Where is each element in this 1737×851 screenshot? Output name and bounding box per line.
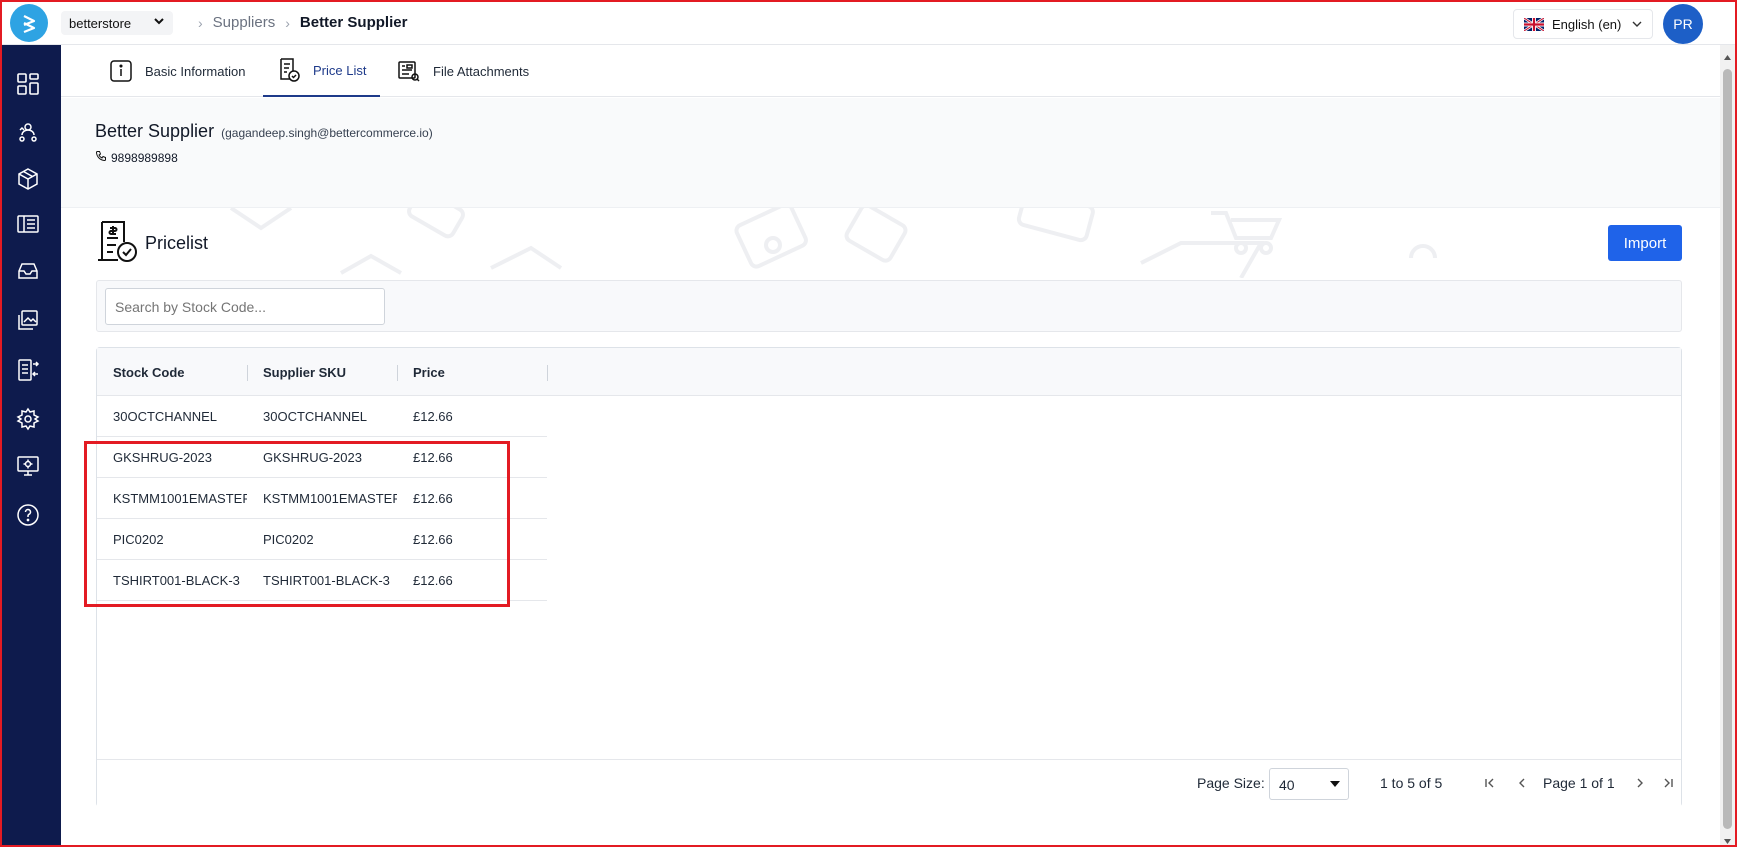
grid-pagination: Page Size: 40 1 to 5 of 5 Page 1 of 1 [97,759,1681,807]
cell-supplier-sku: 30OCTCHANNEL [263,409,368,424]
top-bar: betterstore › Suppliers › Better Supplie… [0,0,1737,45]
tab-price-list[interactable]: Price List [263,45,381,97]
table-row[interactable]: 30OCTCHANNEL 30OCTCHANNEL £12.66 [97,396,547,437]
first-page-icon[interactable] [1483,776,1497,790]
previous-page-icon[interactable] [1515,776,1529,790]
page-size-label: Page Size: [1197,775,1265,791]
chevron-down-icon [1630,17,1644,34]
tab-basic-information[interactable]: Basic Information [109,45,245,97]
shopping-pattern-icon [229,208,1437,278]
column-header-stock-code[interactable]: Stock Code [97,348,247,396]
column-header-supplier-sku[interactable]: Supplier SKU [247,348,397,396]
file-attachment-icon [397,59,421,83]
chevron-right-icon: › [198,14,203,31]
import-button[interactable]: Import [1608,225,1682,261]
cell-stock-code: 30OCTCHANNEL [113,409,218,424]
monitor-settings-icon[interactable] [15,453,41,479]
media-icon[interactable] [15,307,41,333]
column-resize-handle[interactable] [547,365,548,381]
users-sync-icon[interactable] [15,119,41,145]
last-page-icon[interactable] [1661,776,1675,790]
tab-label: File Attachments [433,63,530,79]
page-size-select[interactable]: 40 [1269,768,1349,800]
chevron-right-icon: › [285,14,290,31]
search-bar [96,280,1682,332]
scroll-down-icon[interactable] [1723,833,1732,844]
phone-icon [95,150,107,165]
breadcrumb-current: Better Supplier [299,14,408,31]
row-range-summary: 1 to 5 of 5 [1380,775,1443,791]
tab-bar: Basic Information Price List File Attach… [61,45,1720,97]
tab-label: Basic Information [145,63,246,79]
help-icon[interactable] [15,502,41,528]
breadcrumb: › Suppliers › Better Supplier [198,14,407,31]
decorative-background [61,208,1720,278]
store-select-value: betterstore [69,16,132,31]
orders-icon[interactable] [15,357,41,383]
chevron-down-icon [153,15,165,30]
supplier-name: Better Supplier [95,121,215,141]
info-icon [109,59,133,83]
settings-icon[interactable] [15,406,41,432]
tab-label: Price List [313,62,367,78]
sidebar [2,45,61,845]
catalog-icon[interactable] [15,211,41,237]
logo-icon[interactable] [10,4,48,42]
grid-header: Stock Code Supplier SKU Price [97,348,1681,396]
scroll-up-icon[interactable] [1723,49,1732,60]
tab-file-attachments[interactable]: File Attachments [397,45,529,97]
breadcrumb-suppliers[interactable]: Suppliers [213,14,276,31]
annotation-highlight-box [84,441,510,607]
box-icon[interactable] [15,166,41,192]
page-info: Page 1 of 1 [1543,775,1615,791]
supplier-phone: 9898989898 [111,150,178,165]
vertical-scrollbar[interactable] [1720,45,1735,845]
next-page-icon[interactable] [1633,776,1647,790]
store-select[interactable]: betterstore [61,11,173,35]
language-label: English (en) [1552,16,1622,32]
cell-price: £12.66 [413,409,453,424]
inbox-icon[interactable] [15,258,41,284]
supplier-email: (gagandeep.singh@bettercommerce.io) [221,126,433,140]
column-header-price[interactable]: Price [397,348,547,396]
pricelist-icon [96,220,138,271]
pricelist-title: Pricelist [145,233,209,253]
page-size-value: 40 [1279,777,1295,793]
stock-code-search-input[interactable] [105,288,385,325]
price-list-icon [277,57,301,83]
dashboard-icon[interactable] [15,71,41,97]
language-select[interactable]: English (en) [1513,9,1653,39]
caret-down-icon [1330,781,1340,787]
supplier-title: Better Supplier (gagandeep.singh@betterc… [95,121,433,142]
supplier-phone-row: 9898989898 [95,150,178,165]
uk-flag-icon [1524,17,1544,31]
supplier-header: Better Supplier (gagandeep.singh@betterc… [61,98,1720,208]
scrollbar-thumb[interactable] [1723,69,1732,829]
avatar[interactable]: PR [1663,4,1703,44]
